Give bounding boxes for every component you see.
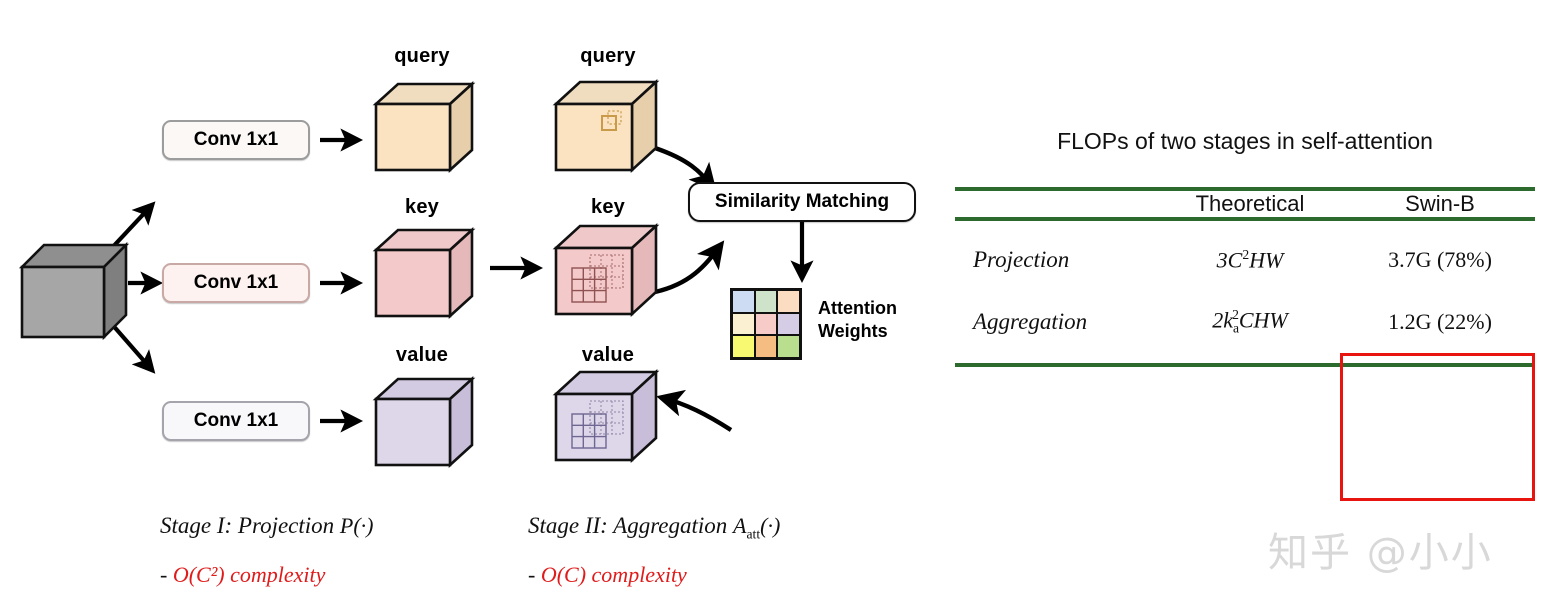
attention-cell-8 xyxy=(777,335,800,358)
attention-weights-label: Attention Weights xyxy=(818,297,897,342)
table-row: Aggregation 2ka2CHW 1.2G (22%) xyxy=(955,285,1535,363)
attention-cell-3 xyxy=(732,312,755,336)
similarity-matching-label: Similarity Matching xyxy=(714,191,890,212)
stage2-query-cube xyxy=(552,78,662,178)
stage1-query-label: query xyxy=(394,45,450,67)
attention-cell-4 xyxy=(754,312,778,336)
table-rule-bottom xyxy=(955,363,1535,368)
flops-table-body: Projection 3C2HW 3.7G (78%) Aggregation … xyxy=(955,221,1535,363)
stage2-value-label: value xyxy=(581,344,635,366)
stage2-complexity: - O(C) complexity xyxy=(528,562,687,588)
formula-aggregation: 2ka2CHW xyxy=(1212,307,1288,337)
row-label-projection: Projection xyxy=(973,247,1070,273)
attention-weights-grid xyxy=(730,288,802,360)
stage2-complexity-dash: - xyxy=(528,562,536,587)
table-header-blank xyxy=(955,191,1155,217)
stage2-value-cube xyxy=(552,368,662,468)
stage1-query-cube xyxy=(372,80,476,176)
table-header-swinb: Swin-B xyxy=(1405,191,1475,216)
stage2-caption-title: Stage II: Aggregation xyxy=(528,513,728,538)
stage2-caption: Stage II: Aggregation Aatt(·) xyxy=(528,513,780,542)
flops-table-title: FLOPs of two stages in self-attention xyxy=(1057,128,1433,154)
attention-cell-6 xyxy=(732,335,755,358)
value-aggregation-swinb: 1.2G (22%) xyxy=(1388,309,1492,335)
similarity-matching-box[interactable]: Similarity Matching xyxy=(688,182,916,222)
attention-cell-2 xyxy=(777,290,800,313)
table-header-row: Theoretical Swin-B xyxy=(955,191,1535,217)
stage1-value-cube xyxy=(372,375,476,471)
conv-box-query[interactable]: Conv 1x1 xyxy=(162,120,310,160)
stage1-caption: Stage I: Projection P(·) xyxy=(160,513,374,539)
conv-box-value[interactable]: Conv 1x1 xyxy=(162,401,310,441)
attention-weights-label-line1: Attention xyxy=(818,298,897,318)
conv-box-key[interactable]: Conv 1x1 xyxy=(162,263,310,303)
table-header-theoretical: Theoretical xyxy=(1195,191,1305,216)
stage2-complexity-text: O(C) complexity xyxy=(540,562,687,587)
input-feature-cube xyxy=(14,237,130,345)
zhihu-watermark: 知乎 @小小 xyxy=(1268,530,1493,576)
attention-weights-label-line2: Weights xyxy=(818,320,888,341)
figure-canvas: Conv 1x1 Conv 1x1 Conv 1x1 query key val… xyxy=(0,0,1544,616)
stage2-operator: Aatt(·) xyxy=(733,513,781,542)
value-projection-swinb: 3.7G (78%) xyxy=(1388,247,1492,273)
stage2-key-cube xyxy=(552,222,662,322)
flops-table: Theoretical Swin-B xyxy=(955,191,1535,217)
stage1-key-cube xyxy=(372,226,476,322)
stage1-operator: P(·) xyxy=(339,513,374,538)
stage1-value-label: value xyxy=(395,344,449,366)
stage1-complexity: - O(C²) complexity xyxy=(160,562,325,588)
attention-cell-0 xyxy=(732,290,755,313)
stage1-complexity-dash: - xyxy=(160,562,168,587)
formula-projection: 3C2HW xyxy=(1216,247,1284,273)
stage2-query-label: query xyxy=(580,45,636,67)
stage1-key-label: key xyxy=(405,196,439,218)
table-row: Projection 3C2HW 3.7G (78%) xyxy=(955,221,1535,285)
attention-cell-5 xyxy=(777,312,800,336)
conv-box-value-label: Conv 1x1 xyxy=(193,410,279,431)
attention-cell-7 xyxy=(754,335,778,358)
row-label-aggregation: Aggregation xyxy=(973,309,1088,335)
stage1-caption-title: Stage I: Projection xyxy=(160,513,335,538)
stage2-key-label: key xyxy=(591,196,625,218)
conv-box-key-label: Conv 1x1 xyxy=(193,272,279,293)
stage1-complexity-text: O(C²) complexity xyxy=(172,562,326,587)
flops-table-panel: FLOPs of two stages in self-attention Th… xyxy=(955,128,1535,501)
attention-cell-1 xyxy=(754,290,778,313)
conv-box-query-label: Conv 1x1 xyxy=(193,129,279,150)
